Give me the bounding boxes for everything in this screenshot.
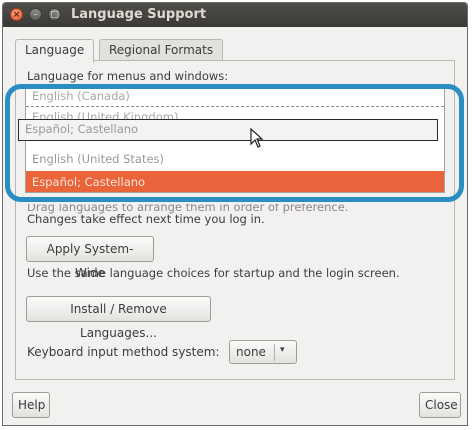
combo-divider [274, 344, 275, 361]
apply-system-wide-button[interactable]: Apply System-Wide [26, 236, 154, 280]
language-list-heading: Language for menus and windows: [27, 69, 229, 83]
maximize-window-icon[interactable]: □ [48, 8, 61, 21]
install-remove-languages-button[interactable]: Install / Remove Languages... [26, 296, 211, 340]
chevron-down-icon: ▾ [280, 345, 285, 355]
window-title: Language Support [71, 7, 207, 22]
close-window-icon[interactable]: × [10, 8, 23, 21]
highlight-annotation [5, 84, 464, 202]
keyboard-input-value: none [236, 345, 266, 359]
tab-regional-formats[interactable]: Regional Formats [99, 39, 224, 61]
title-bar[interactable]: × – □ Language Support [3, 3, 467, 27]
tab-language[interactable]: Language [15, 39, 95, 63]
help-button[interactable]: Help [12, 392, 50, 418]
keyboard-input-select[interactable]: none ▾ [229, 340, 297, 364]
keyboard-input-label: Keyboard input method system: [27, 345, 220, 359]
apply-hint-text: Use the same language choices for startu… [27, 266, 400, 280]
mouse-pointer-icon [250, 128, 264, 148]
log-in-hint-text: Changes take effect next time you log in… [27, 212, 265, 226]
minimize-window-icon[interactable]: – [29, 8, 42, 21]
close-button[interactable]: Close [419, 392, 461, 418]
